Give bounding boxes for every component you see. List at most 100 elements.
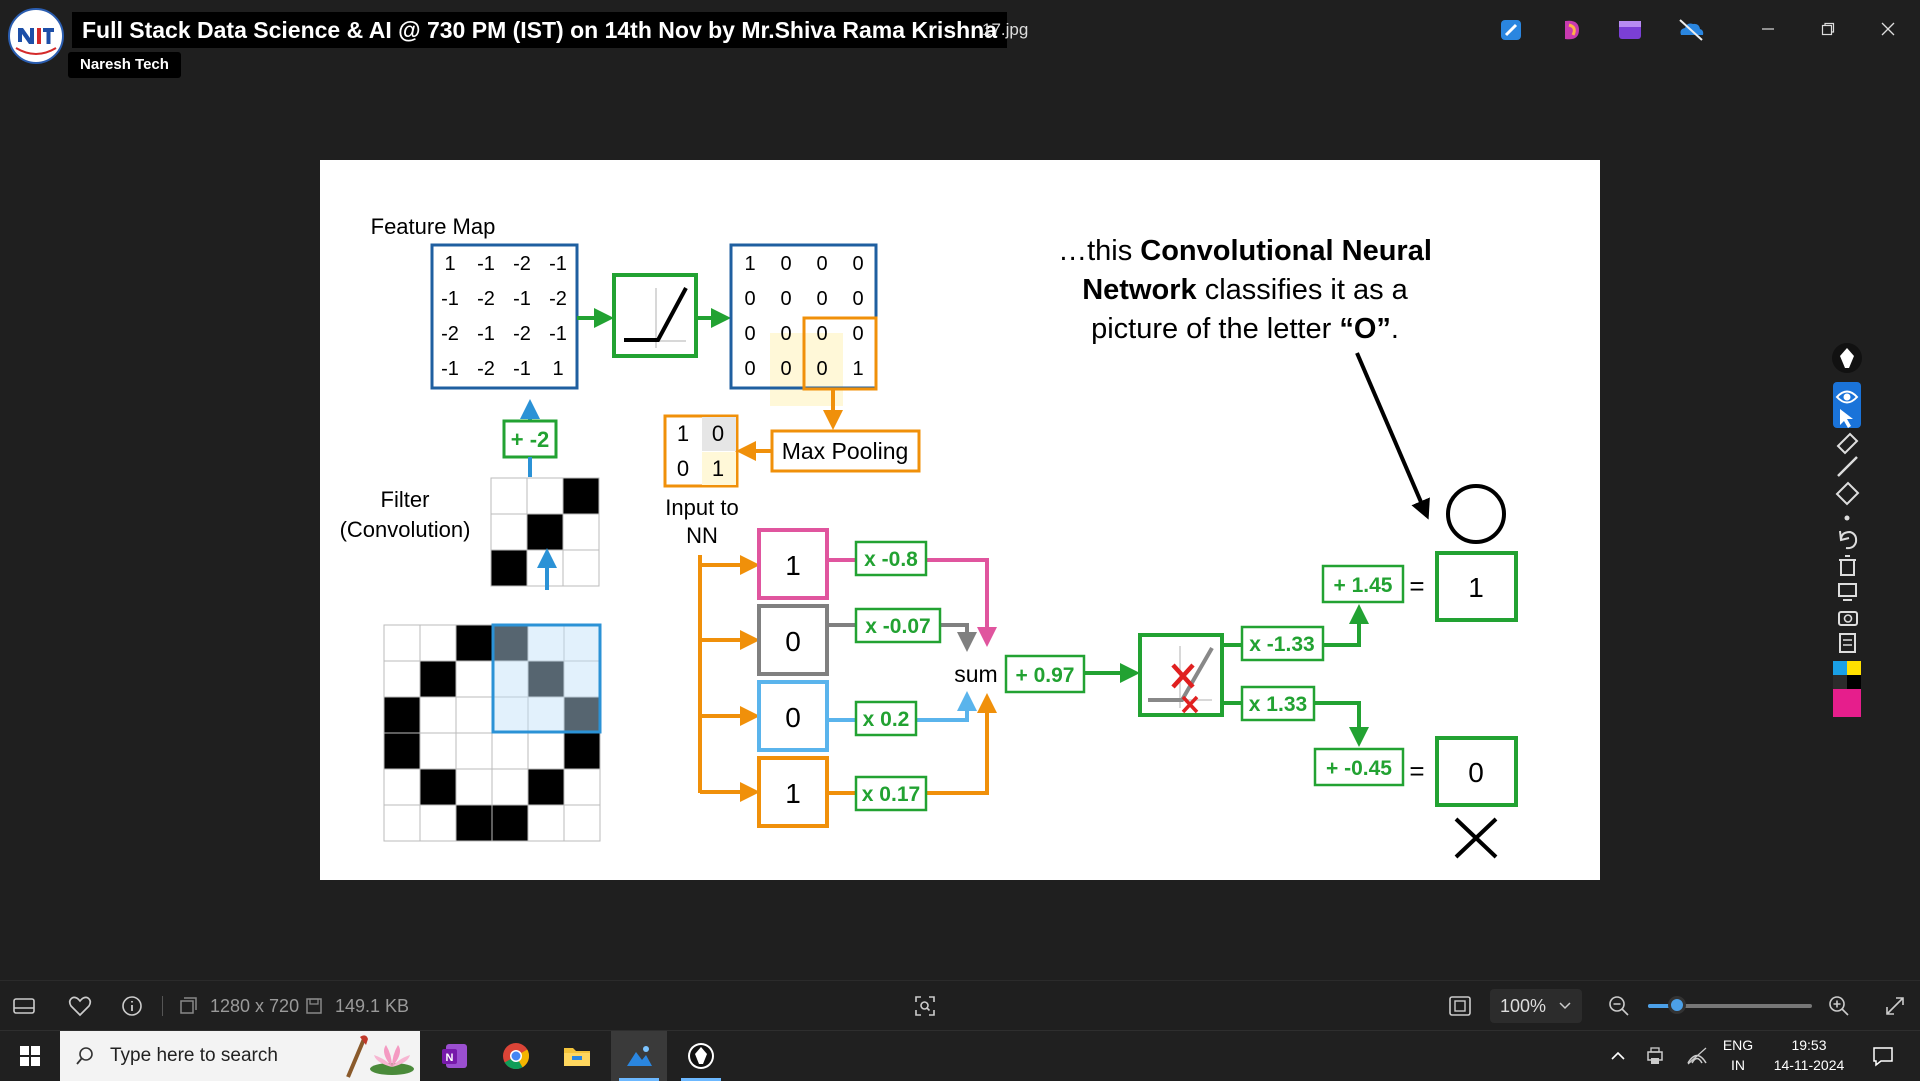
caption-pointer-arrow xyxy=(1355,352,1430,520)
language-code: ENG xyxy=(1722,1037,1754,1053)
filter-pixel xyxy=(490,513,528,551)
feature-map-label: Feature Map xyxy=(371,214,496,239)
feature-map-cell: -1 xyxy=(441,288,459,310)
output-bias-1: + 1.45 xyxy=(1334,574,1393,597)
channel-name[interactable]: Naresh Tech xyxy=(68,52,181,78)
taskbar-epic-pen[interactable] xyxy=(673,1031,729,1081)
favorite-button[interactable] xyxy=(68,981,92,1031)
heart-icon xyxy=(68,996,92,1017)
input-image-pixel xyxy=(419,768,457,806)
camera-icon[interactable] xyxy=(1838,611,1858,626)
color-pink-swatch[interactable] xyxy=(1833,689,1861,717)
notification-icon xyxy=(1873,1047,1893,1067)
color-dark-swatch[interactable] xyxy=(1833,675,1847,689)
video-title[interactable]: Full Stack Data Science & AI @ 730 PM (I… xyxy=(72,12,1008,48)
feature-map-cell: -1 xyxy=(549,323,567,345)
onedrive-off-icon[interactable] xyxy=(1677,17,1704,43)
file-info-button[interactable] xyxy=(121,981,143,1031)
relu-output-cell: 0 xyxy=(780,358,791,380)
visual-search-button[interactable] xyxy=(914,981,936,1031)
whiteboard-icon[interactable] xyxy=(1838,583,1857,597)
zoom-out-button[interactable] xyxy=(1608,981,1630,1031)
restore-button[interactable] xyxy=(1808,12,1848,46)
color-blue-swatch[interactable] xyxy=(1833,661,1847,675)
clipboard-icon[interactable] xyxy=(1839,633,1856,653)
relu-output-cell: 0 xyxy=(744,323,755,345)
minimize-button[interactable] xyxy=(1748,12,1788,46)
equals-2: = xyxy=(1409,756,1424,786)
zoom-slider[interactable] xyxy=(1648,981,1812,1031)
relu-output-cell: 1 xyxy=(744,253,755,275)
filter-pixel xyxy=(562,549,600,587)
relu-output-cell: 0 xyxy=(780,253,791,275)
color-yellow-swatch[interactable] xyxy=(1847,661,1861,675)
zoom-slider-thumb[interactable] xyxy=(1668,996,1686,1014)
fit-screen-icon xyxy=(1449,996,1471,1016)
taskbar-search-box[interactable]: Type here to search xyxy=(60,1031,420,1081)
close-button[interactable] xyxy=(1868,12,1908,46)
pen-app-icon xyxy=(688,1043,714,1069)
expand-icon xyxy=(1886,997,1904,1015)
sum-label: sum xyxy=(954,661,997,687)
bias-label: + -2 xyxy=(511,427,550,452)
input-node-3-value: 0 xyxy=(785,702,801,733)
pooled-cell: 0 xyxy=(712,421,724,446)
close-icon xyxy=(1881,22,1895,36)
line-tool-icon[interactable] xyxy=(1837,456,1858,477)
input-image-pixel xyxy=(419,696,457,734)
start-button[interactable] xyxy=(2,1031,58,1081)
windows-taskbar: Type here to search N ENG IN 19:53 14-11… xyxy=(0,1030,1920,1081)
input-node-2-value: 0 xyxy=(785,626,801,657)
zoom-level: 100% xyxy=(1499,995,1547,1016)
relu-output-cell: 0 xyxy=(816,358,827,380)
taskbar-file-explorer[interactable] xyxy=(549,1031,605,1081)
max-pooling-label: Max Pooling xyxy=(782,438,909,464)
search-icon xyxy=(76,1047,93,1065)
filter-window xyxy=(491,623,602,734)
notifications-button[interactable] xyxy=(1856,1031,1910,1081)
input-image-pixel xyxy=(419,804,457,842)
windows-logo-icon xyxy=(20,1046,40,1066)
copilot-icon[interactable] xyxy=(1559,17,1585,43)
slide-image: Feature Map 1 -1 -2 -1 -1 -2 -1 -2 -2 -1 -2 -1 -1 -2-… xyxy=(320,160,1600,880)
clock[interactable]: 19:53 14-11-2024 xyxy=(1766,1037,1852,1073)
zoom-dropdown[interactable]: 100% xyxy=(1490,989,1582,1023)
caption-line-1: …this Convolutional Neural xyxy=(1058,235,1432,267)
feature-map-cell: -1 xyxy=(513,288,531,310)
input-image-pixel xyxy=(383,804,421,842)
feature-map-cell: -1 xyxy=(477,253,495,275)
taskbar-onenote[interactable]: N xyxy=(427,1031,483,1081)
taskbar-photos[interactable] xyxy=(611,1031,667,1081)
eraser-icon[interactable] xyxy=(1835,481,1860,506)
relu-output-cell: 0 xyxy=(780,288,791,310)
trash-icon[interactable] xyxy=(1840,559,1855,576)
search-placeholder: Type here to search xyxy=(110,1045,278,1066)
pooled-cell: 1 xyxy=(677,421,689,446)
relu-output-cell: 0 xyxy=(816,253,827,275)
photos-icon xyxy=(627,1046,652,1066)
fit-to-window-button[interactable] xyxy=(1448,981,1472,1031)
channel-logo[interactable] xyxy=(8,8,64,64)
taskbar-chrome[interactable] xyxy=(488,1031,544,1081)
dot-size-icon[interactable] xyxy=(1844,515,1850,521)
relu-output-cell: 0 xyxy=(816,323,827,345)
relu-output-cell: 0 xyxy=(780,323,791,345)
image-dimensions: 1280 x 720 xyxy=(210,995,300,1016)
feature-map-cell: 1 xyxy=(444,253,455,275)
output-weight-2: x 1.33 xyxy=(1249,693,1307,716)
zoom-in-button[interactable] xyxy=(1828,981,1850,1031)
photos-edit-icon[interactable] xyxy=(1498,17,1524,43)
fullscreen-button[interactable] xyxy=(1884,981,1906,1031)
language-indicator[interactable]: ENG IN xyxy=(1716,1037,1760,1073)
pooled-cell: 1 xyxy=(712,456,724,481)
color-black-swatch[interactable] xyxy=(1847,675,1861,689)
feature-map-cell: -1 xyxy=(513,358,531,380)
chevron-up-icon xyxy=(1611,1051,1625,1060)
input-image-pixel xyxy=(455,696,493,734)
filmstrip-button[interactable] xyxy=(12,981,36,1031)
clipchamp-icon[interactable] xyxy=(1617,17,1643,43)
input-image-pixel xyxy=(419,660,457,698)
highlighter-icon[interactable] xyxy=(1836,432,1859,455)
file-name: 17.jpg xyxy=(982,20,1029,39)
filter-pixel xyxy=(526,513,564,551)
